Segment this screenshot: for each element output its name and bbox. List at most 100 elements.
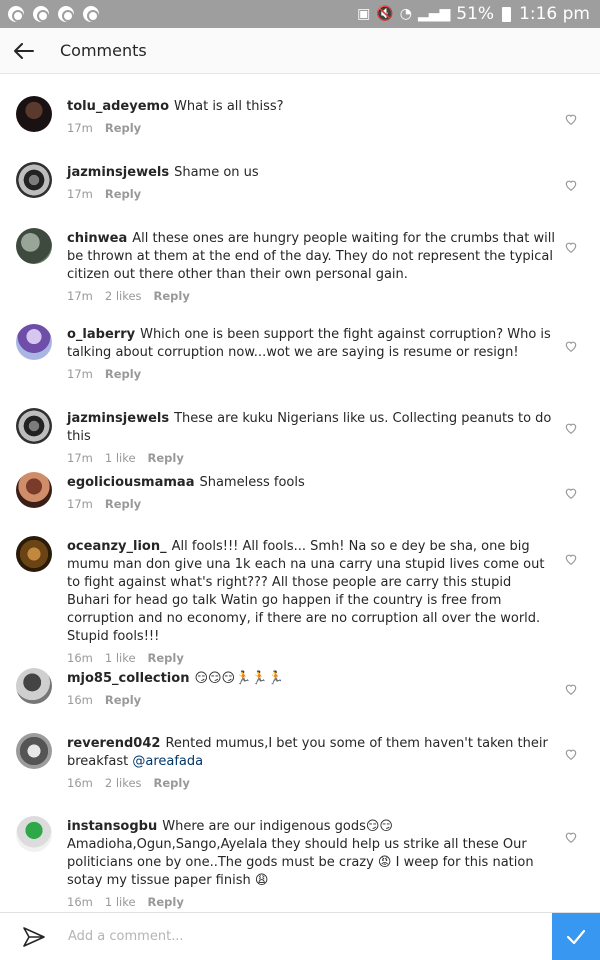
avatar[interactable]: [16, 816, 52, 852]
heart-icon[interactable]: [564, 178, 578, 192]
comment-username[interactable]: chinwea: [67, 231, 127, 246]
comment-message: 😏😏😏🏃🏃🏃: [194, 671, 284, 686]
comment-username[interactable]: reverend042: [67, 736, 160, 751]
heart-icon[interactable]: [564, 486, 578, 500]
notification-app-icon: [83, 6, 99, 22]
comment-username[interactable]: mjo85_collection: [67, 671, 189, 686]
reply-button[interactable]: Reply: [105, 497, 141, 511]
comment-likes[interactable]: 2 likes: [105, 776, 142, 790]
comment-time: 17m: [67, 187, 93, 201]
heart-icon[interactable]: [564, 747, 578, 761]
comment-message: Which one is been support the fight agai…: [67, 327, 551, 360]
comment-list: tolu_adeyemo What is all thiss? 17m Reply…: [0, 74, 600, 912]
reply-button[interactable]: Reply: [148, 895, 184, 909]
heart-icon[interactable]: [564, 682, 578, 696]
comment-message: All fools!!! All fools... Smh! Na so e d…: [67, 539, 545, 644]
comment-meta: 16m Reply: [67, 693, 557, 707]
status-time: 1:16 pm: [519, 4, 590, 24]
comment-username[interactable]: oceanzy_lion_: [67, 539, 167, 554]
comment-time: 17m: [67, 289, 93, 303]
reply-button[interactable]: Reply: [105, 121, 141, 135]
send-direct-icon[interactable]: [10, 913, 58, 960]
checkmark-icon: [566, 929, 586, 944]
heart-icon[interactable]: [564, 112, 578, 126]
comment-username[interactable]: jazminsjewels: [67, 165, 169, 180]
comment-text: jazminsjewels These are kuku Nigerians li…: [67, 410, 557, 446]
comment-meta: 17m Reply: [67, 121, 557, 135]
arrow-left-icon[interactable]: [0, 28, 48, 74]
wifi-icon: ◔: [399, 6, 412, 22]
notification-app-icon: [33, 6, 49, 22]
comment-username[interactable]: jazminsjewels: [67, 411, 169, 426]
comment-text: tolu_adeyemo What is all thiss?: [67, 98, 557, 116]
avatar[interactable]: [16, 668, 52, 704]
comment-mention[interactable]: @areafada: [132, 754, 203, 769]
heart-icon[interactable]: [564, 421, 578, 435]
comment-text: chinwea All these ones are hungry people …: [67, 230, 557, 284]
comment-message: All these ones are hungry people waiting…: [67, 231, 555, 282]
comment-meta: 17m Reply: [67, 367, 557, 381]
comment-likes[interactable]: 2 likes: [105, 289, 142, 303]
comment-text: reverend042 Rented mumus,I bet you some o…: [67, 735, 557, 771]
mute-icon: 🔇: [376, 6, 394, 22]
avatar[interactable]: [16, 228, 52, 264]
comment-username[interactable]: o_laberry: [67, 327, 135, 342]
reply-button[interactable]: Reply: [105, 187, 141, 201]
comment-text: instansogbu Where are our indigenous gods…: [67, 818, 557, 890]
comment-username[interactable]: tolu_adeyemo: [67, 99, 169, 114]
reply-button[interactable]: Reply: [154, 776, 190, 790]
comment-username[interactable]: egoliciousmamaa: [67, 475, 194, 490]
reply-button[interactable]: Reply: [148, 451, 184, 465]
comment-message: What is all thiss?: [174, 99, 284, 114]
avatar[interactable]: [16, 96, 52, 132]
comment-time: 16m: [67, 776, 93, 790]
avatar[interactable]: [16, 324, 52, 360]
comment-meta: 16m 2 likes Reply: [67, 776, 557, 790]
post-comment-button[interactable]: [552, 912, 600, 960]
comment-meta: 17m Reply: [67, 497, 557, 511]
comment-likes[interactable]: 1 like: [105, 451, 136, 465]
reply-button[interactable]: Reply: [105, 693, 141, 707]
comment-message: Shameless fools: [199, 475, 305, 490]
reply-button[interactable]: Reply: [154, 289, 190, 303]
comment-text: egoliciousmamaa Shameless fools: [67, 474, 557, 492]
reply-button[interactable]: Reply: [105, 367, 141, 381]
page-title: Comments: [60, 41, 147, 60]
comments-header: Comments: [0, 28, 600, 74]
comment-text: o_laberry Which one is been support the f…: [67, 326, 557, 362]
avatar[interactable]: [16, 162, 52, 198]
comment-likes[interactable]: 1 like: [105, 895, 136, 909]
heart-icon[interactable]: [564, 830, 578, 844]
status-system-icons: ▣ 🔇 ◔ ▂▄▆ 51% 1:16 pm: [357, 4, 590, 24]
avatar[interactable]: [16, 408, 52, 444]
comment-text: mjo85_collection 😏😏😏🏃🏃🏃: [67, 670, 557, 688]
heart-icon[interactable]: [564, 240, 578, 254]
comment-meta: 17m 1 like Reply: [67, 451, 557, 465]
comment-message: Shame on us: [174, 165, 259, 180]
comment-composer: [0, 912, 600, 960]
comment-username[interactable]: instansogbu: [67, 819, 157, 834]
heart-icon[interactable]: [564, 552, 578, 566]
comment-time: 16m: [67, 895, 93, 909]
comment-meta: 17m 2 likes Reply: [67, 289, 557, 303]
comment-meta: 16m 1 like Reply: [67, 651, 557, 665]
battery-percent: 51%: [456, 4, 495, 24]
reply-button[interactable]: Reply: [148, 651, 184, 665]
heart-icon[interactable]: [564, 339, 578, 353]
comment-likes[interactable]: 1 like: [105, 651, 136, 665]
avatar[interactable]: [16, 536, 52, 572]
avatar[interactable]: [16, 733, 52, 769]
comment-meta: 16m 1 like Reply: [67, 895, 557, 909]
battery-icon: [502, 6, 512, 22]
status-notification-icons: [8, 6, 99, 22]
comment-time: 16m: [67, 693, 93, 707]
nfc-icon: ▣: [357, 6, 371, 22]
comment-meta: 17m Reply: [67, 187, 557, 201]
notification-app-icon: [58, 6, 74, 22]
avatar[interactable]: [16, 472, 52, 508]
comment-input[interactable]: [58, 912, 552, 960]
comment-time: 16m: [67, 651, 93, 665]
comment-time: 17m: [67, 121, 93, 135]
comment-time: 17m: [67, 367, 93, 381]
notification-app-icon: [8, 6, 24, 22]
